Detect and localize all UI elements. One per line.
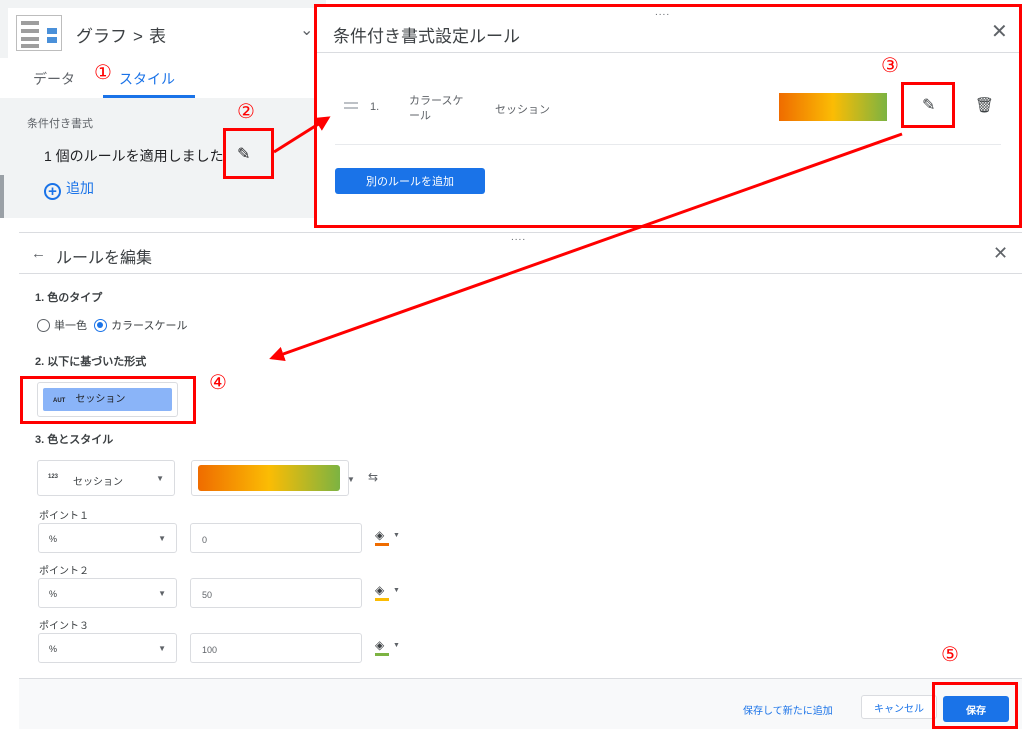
marker-3: ③: [881, 53, 899, 77]
radio-color-scale[interactable]: [94, 319, 108, 332]
dropdown-arrow-icon: ▼: [158, 644, 166, 653]
edit-rule-footer: 保存して新たに追加 キャンセル 保存: [19, 679, 1022, 729]
point-2-fill-color-button[interactable]: ◈ ▼: [375, 583, 403, 605]
color-scale-label: カラースケール: [111, 320, 188, 332]
marker-5: ⑤: [941, 642, 959, 666]
divider: [19, 273, 1022, 274]
cancel-button[interactable]: キャンセル: [861, 695, 937, 719]
highlight-box-3: [901, 82, 955, 128]
rules-applied-text: 1 個のルールを適用しました: [44, 148, 224, 164]
edit-rule-title: ルールを編集: [56, 250, 153, 267]
highlight-box-5: [932, 682, 1018, 729]
close-icon[interactable]: ✕: [993, 243, 1008, 264]
add-rule-link[interactable]: + 追加: [44, 178, 94, 200]
table-chart-icon: [16, 15, 62, 51]
point-3-value-input[interactable]: 100: [190, 633, 362, 663]
point-2-value-input[interactable]: 50: [190, 578, 362, 608]
color-scale-preview: [198, 465, 340, 491]
properties-panel: グラフ > 表 ⌄ データ スタイル 条件付き書式 1 個のルールを適用しました ✎…: [0, 0, 326, 218]
edit-rule-panel: .... ← ルールを編集 ✕ 1. 色のタイプ 単一色 カラースケール 2. …: [19, 232, 1022, 729]
point-1-value-input[interactable]: 0: [190, 523, 362, 553]
marker-4: ④: [209, 370, 227, 394]
dropdown-arrow-icon: ▼: [393, 587, 400, 594]
point-1-color-swatch: [375, 543, 389, 546]
highlight-box-2: [223, 128, 274, 179]
dropdown-arrow-icon: ▼: [156, 474, 164, 483]
color-type-options: 単一色 カラースケール: [37, 317, 188, 333]
section-color-style: 3. 色とスタイル: [35, 434, 114, 446]
point-1-type-dropdown[interactable]: % ▼: [38, 523, 177, 553]
color-field-dropdown[interactable]: 123 セッション ▼: [37, 460, 175, 496]
panel-tabs: データ スタイル: [0, 58, 326, 98]
chart-header[interactable]: グラフ > 表 ⌄: [8, 8, 326, 58]
point-2-type-dropdown[interactable]: % ▼: [38, 578, 177, 608]
tab-style[interactable]: スタイル: [119, 69, 175, 89]
scrollbar[interactable]: [0, 175, 4, 218]
marker-1: ①: [94, 60, 112, 84]
point-1-fill-color-button[interactable]: ◈ ▼: [375, 528, 403, 550]
chart-label: グラフ: [76, 27, 127, 46]
point-2-color-swatch: [375, 598, 389, 601]
highlight-box-4: [20, 376, 196, 424]
point-2-type: %: [49, 589, 58, 599]
point-1-type: %: [49, 534, 58, 544]
color-field-label: セッション: [73, 477, 123, 488]
add-label: 追加: [66, 180, 94, 196]
fill-color-icon: ◈: [375, 583, 385, 597]
single-color-label: 単一色: [54, 320, 87, 332]
add-circle-icon: +: [44, 183, 61, 200]
dropdown-arrow-icon[interactable]: ▼: [347, 475, 355, 484]
point-3-fill-color-button[interactable]: ◈ ▼: [375, 638, 403, 660]
marker-2: ②: [237, 99, 255, 123]
breadcrumb-separator: >: [133, 27, 143, 46]
point-1-label: ポイント１: [39, 511, 89, 522]
color-scale-dropdown[interactable]: [191, 460, 349, 496]
active-tab-indicator: [103, 95, 195, 98]
chart-type-title: グラフ > 表: [76, 22, 166, 47]
component-label: 表: [148, 27, 166, 46]
field-type-tag: 123: [48, 474, 59, 480]
fill-color-icon: ◈: [375, 528, 385, 542]
point-3-type-dropdown[interactable]: % ▼: [38, 633, 177, 663]
fill-color-icon: ◈: [375, 638, 385, 652]
dropdown-arrow-icon: ▼: [393, 532, 400, 539]
conditional-format-label: 条件付き書式: [27, 118, 93, 130]
point-3-color-swatch: [375, 653, 389, 656]
tab-data[interactable]: データ: [33, 69, 75, 89]
point-3-label: ポイント３: [39, 621, 89, 632]
dropdown-arrow-icon: ▼: [393, 642, 400, 649]
radio-single-color[interactable]: [37, 319, 50, 332]
swap-colors-icon[interactable]: ⇆: [368, 470, 378, 484]
point-3-type: %: [49, 644, 58, 654]
save-and-add-new-button[interactable]: 保存して新たに追加: [743, 702, 833, 717]
dropdown-arrow-icon: ▼: [158, 534, 166, 543]
point-2-label: ポイント２: [39, 566, 89, 577]
section-based-on: 2. 以下に基づいた形式: [35, 356, 147, 368]
section-color-type: 1. 色のタイプ: [35, 292, 103, 304]
chevron-down-icon[interactable]: ⌄: [300, 20, 313, 40]
back-arrow-icon[interactable]: ←: [31, 245, 46, 262]
dropdown-arrow-icon: ▼: [158, 589, 166, 598]
drag-grip[interactable]: ....: [511, 232, 526, 243]
